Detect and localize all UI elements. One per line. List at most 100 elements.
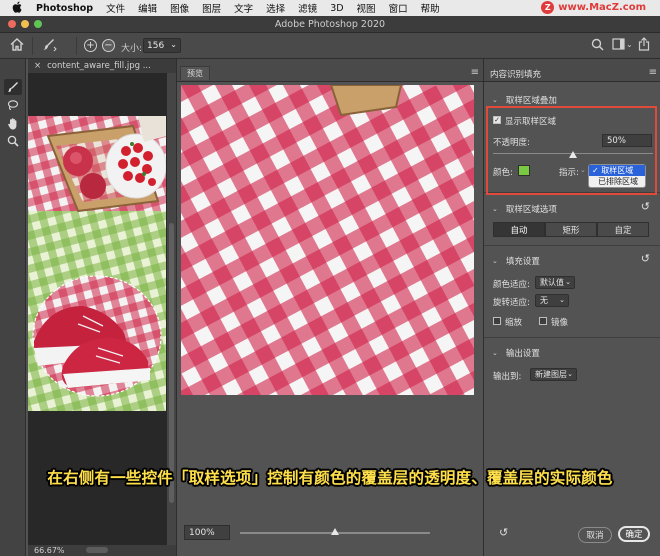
preview-image[interactable] (181, 85, 474, 395)
show-sampling-area-checkbox[interactable]: ✓ (493, 116, 501, 124)
scale-label: 缩放 (505, 318, 523, 328)
opacity-slider-thumb[interactable] (569, 151, 577, 158)
document-horizontal-scrollbar[interactable] (86, 547, 108, 553)
menu-window[interactable]: 窗口 (389, 1, 408, 15)
apple-icon[interactable] (12, 1, 26, 16)
menu-view[interactable]: 视图 (357, 1, 376, 15)
zoom-window-icon[interactable] (34, 20, 42, 28)
panel-title: 内容识别填充 (490, 70, 542, 80)
opacity-label: 不透明度: (493, 138, 530, 148)
zoom-tool-icon[interactable] (4, 133, 22, 149)
close-tab-icon[interactable]: × (34, 61, 41, 71)
output-to-label: 输出到: (493, 372, 522, 382)
macz-logo-icon: Z (541, 1, 555, 14)
section-sampling-options[interactable]: ⌄ 取样区域选项 (492, 203, 557, 215)
color-adaptation-label: 颜色适应: (493, 280, 530, 290)
document-tab[interactable]: × content_aware_fill.jpg ... (28, 59, 176, 73)
chevron-down-icon: ⌄ (492, 96, 498, 104)
chevron-down-icon: ⌄ (170, 40, 177, 49)
window-controls (8, 20, 42, 28)
preview-zoom-thumb[interactable] (331, 528, 339, 535)
brush-size-field[interactable]: 156 ⌄ (143, 38, 181, 53)
ok-button[interactable]: 确定 (618, 526, 650, 542)
close-window-icon[interactable] (8, 20, 16, 28)
opacity-field[interactable]: 50% (602, 134, 652, 147)
mirror-checkbox[interactable] (539, 317, 547, 325)
chevron-down-icon: ⌄ (492, 257, 498, 265)
section-title: 取样区域叠加 (505, 96, 557, 106)
options-separator (32, 37, 33, 55)
chevron-down-icon: ⌄ (565, 278, 571, 286)
workspace-icon[interactable] (612, 38, 625, 53)
menu-bar: Photoshop 文件 编辑 图像 图层 文字 选择 滤镜 3D 视图 窗口 … (0, 0, 660, 16)
document-tab-title: content_aware_fill.jpg ... (47, 61, 151, 71)
section-sampling-overlay[interactable]: ⌄ 取样区域叠加 (492, 94, 557, 106)
section-divider (484, 192, 660, 193)
color-label: 颜色: (493, 168, 513, 178)
search-icon[interactable] (591, 38, 604, 54)
preview-zoom-field[interactable]: 100% (184, 525, 230, 540)
options-separator (76, 37, 77, 55)
color-adaptation-value: 默认值 (540, 278, 564, 287)
section-title: 填充设置 (505, 257, 540, 267)
window-titlebar: Adobe Photoshop 2020 (0, 16, 660, 33)
preview-tab[interactable]: 预览 (180, 66, 210, 80)
section-fill-settings[interactable]: ⌄ 填充设置 (492, 255, 540, 267)
subtract-from-sample-button[interactable]: − (102, 39, 115, 52)
document-status-bar: 66.67% (28, 545, 176, 556)
rotation-adaptation-dropdown[interactable]: 无 ⌄ (535, 294, 569, 307)
indicate-option-sampling-area[interactable]: ✓ 取样区域 (589, 165, 645, 176)
window-title: Adobe Photoshop 2020 (274, 18, 386, 30)
chevron-down-icon: ⌄ (492, 349, 498, 357)
mode-custom-button[interactable]: 自定 (597, 222, 649, 237)
output-to-dropdown[interactable]: 新建图层 ⌄ (530, 368, 577, 381)
lasso-tool-icon[interactable] (4, 97, 22, 113)
preview-zoom-bar: 100% (177, 519, 483, 556)
reset-icon[interactable]: ↺ (641, 252, 650, 265)
menu-layer[interactable]: 图层 (202, 1, 221, 15)
indicate-dropdown-menu: ✓ 取样区域 已排除区域 (588, 164, 646, 188)
document-image[interactable] (28, 116, 166, 411)
menu-3d[interactable]: 3D (330, 3, 343, 14)
menu-file[interactable]: 文件 (106, 1, 125, 15)
menu-type[interactable]: 文字 (234, 1, 253, 15)
menu-image[interactable]: 图像 (170, 1, 189, 15)
hand-tool-icon[interactable] (4, 115, 22, 131)
indicate-option-excluded-area[interactable]: 已排除区域 (589, 176, 645, 187)
brush-tool-preset-icon[interactable] (40, 38, 58, 55)
indicate-label: 指示: (559, 168, 579, 178)
mode-rectangle-button[interactable]: 矩形 (545, 222, 597, 237)
overlay-color-swatch[interactable] (518, 165, 530, 176)
indicate-dropdown-arrow-icon: ⌄ (580, 166, 586, 174)
home-icon[interactable] (10, 38, 24, 54)
color-adaptation-dropdown[interactable]: 默认值 ⌄ (535, 276, 575, 289)
menu-edit[interactable]: 编辑 (138, 1, 157, 15)
preview-header: 预览 ≡ (177, 59, 483, 82)
menu-help[interactable]: 帮助 (421, 1, 440, 15)
options-bar: + − 大小: 156 ⌄ ⌄ (0, 33, 660, 59)
panel-menu-icon[interactable]: ≡ (649, 67, 657, 78)
scale-checkbox[interactable] (493, 317, 501, 325)
section-output-settings[interactable]: ⌄ 输出设置 (492, 347, 540, 359)
minimize-window-icon[interactable] (21, 20, 29, 28)
add-to-sample-button[interactable]: + (84, 39, 97, 52)
chevron-down-icon: ⌄ (492, 205, 498, 213)
workspace-chevron-icon[interactable]: ⌄ (626, 40, 633, 49)
cancel-button[interactable]: 取消 (578, 527, 612, 543)
section-title: 取样区域选项 (505, 205, 557, 215)
menu-filter[interactable]: 滤镜 (298, 1, 317, 15)
reset-all-icon[interactable]: ↺ (499, 526, 508, 539)
rotation-adaptation-label: 旋转适应: (493, 298, 530, 308)
app-menu[interactable]: Photoshop (36, 3, 93, 14)
section-divider (484, 337, 660, 338)
reset-icon[interactable]: ↺ (641, 200, 650, 213)
sampling-brush-tool-icon[interactable] (4, 79, 22, 95)
rotation-adaptation-value: 无 (540, 296, 548, 305)
share-icon[interactable] (638, 37, 650, 54)
menu-select[interactable]: 选择 (266, 1, 285, 15)
mode-auto-button[interactable]: 自动 (493, 222, 545, 237)
scrollbar-thumb[interactable] (169, 223, 174, 503)
panel-menu-icon[interactable]: ≡ (471, 67, 479, 78)
output-to-value: 新建图层 (535, 370, 567, 379)
document-zoom-value: 66.67% (34, 546, 65, 555)
